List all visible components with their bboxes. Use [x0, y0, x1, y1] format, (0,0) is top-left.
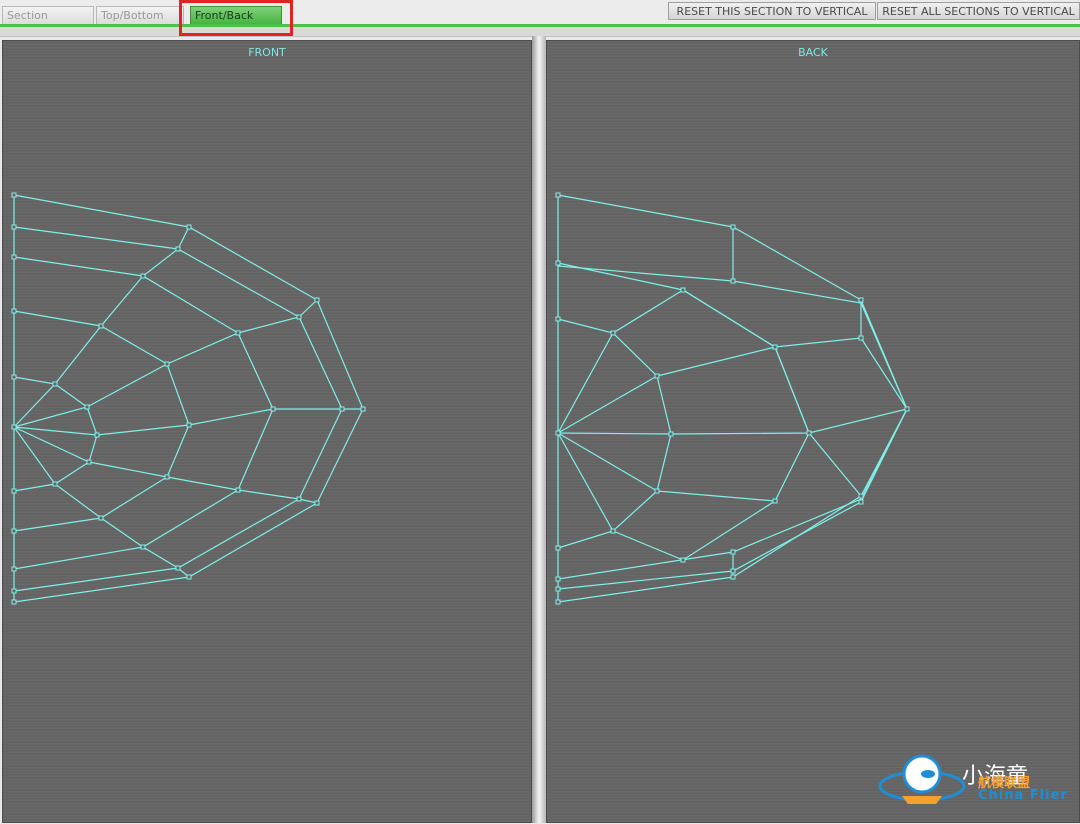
back-link-3: [808, 432, 862, 497]
back-spoke-4: [557, 432, 614, 532]
back-spoke-2: [557, 375, 658, 434]
tab-top-bottom[interactable]: Top/Bottom: [96, 6, 184, 24]
watermark-line3: China Flier: [978, 788, 1068, 803]
flier-logo-icon: [878, 754, 966, 804]
annotation-highlight-box: [179, 0, 293, 36]
front-ring-1: [13, 194, 364, 603]
reset-all-sections-button[interactable]: RESET ALL SECTIONS TO VERTICAL: [877, 2, 1080, 20]
panel-splitter[interactable]: [532, 36, 546, 823]
front-wireframe[interactable]: [3, 41, 533, 824]
watermark-logo: 小海童 航模联盟 China Flier: [878, 752, 1078, 816]
front-ring-4: [13, 310, 190, 532]
back-view-panel[interactable]: BACK: [546, 40, 1080, 823]
front-ring-3: [13, 256, 274, 570]
back-link-1: [612, 289, 684, 334]
top-toolbar: Section Top/Bottom Front/Back RESET THIS…: [0, 0, 1080, 27]
back-spoke-3: [557, 432, 658, 492]
back-ring-5: [656, 346, 810, 502]
back-spoke-5: [682, 289, 810, 434]
back-wireframe[interactable]: [547, 41, 1080, 824]
front-view-panel[interactable]: FRONT: [2, 40, 532, 823]
front-spoke-lower: [13, 426, 318, 504]
back-spoke-mid: [557, 408, 908, 435]
back-link-2: [612, 500, 776, 561]
back-ring-2: [557, 265, 908, 590]
back-spoke-1: [557, 332, 614, 434]
reset-section-button[interactable]: RESET THIS SECTION TO VERTICAL: [668, 2, 876, 20]
tab-section[interactable]: Section: [2, 6, 94, 24]
